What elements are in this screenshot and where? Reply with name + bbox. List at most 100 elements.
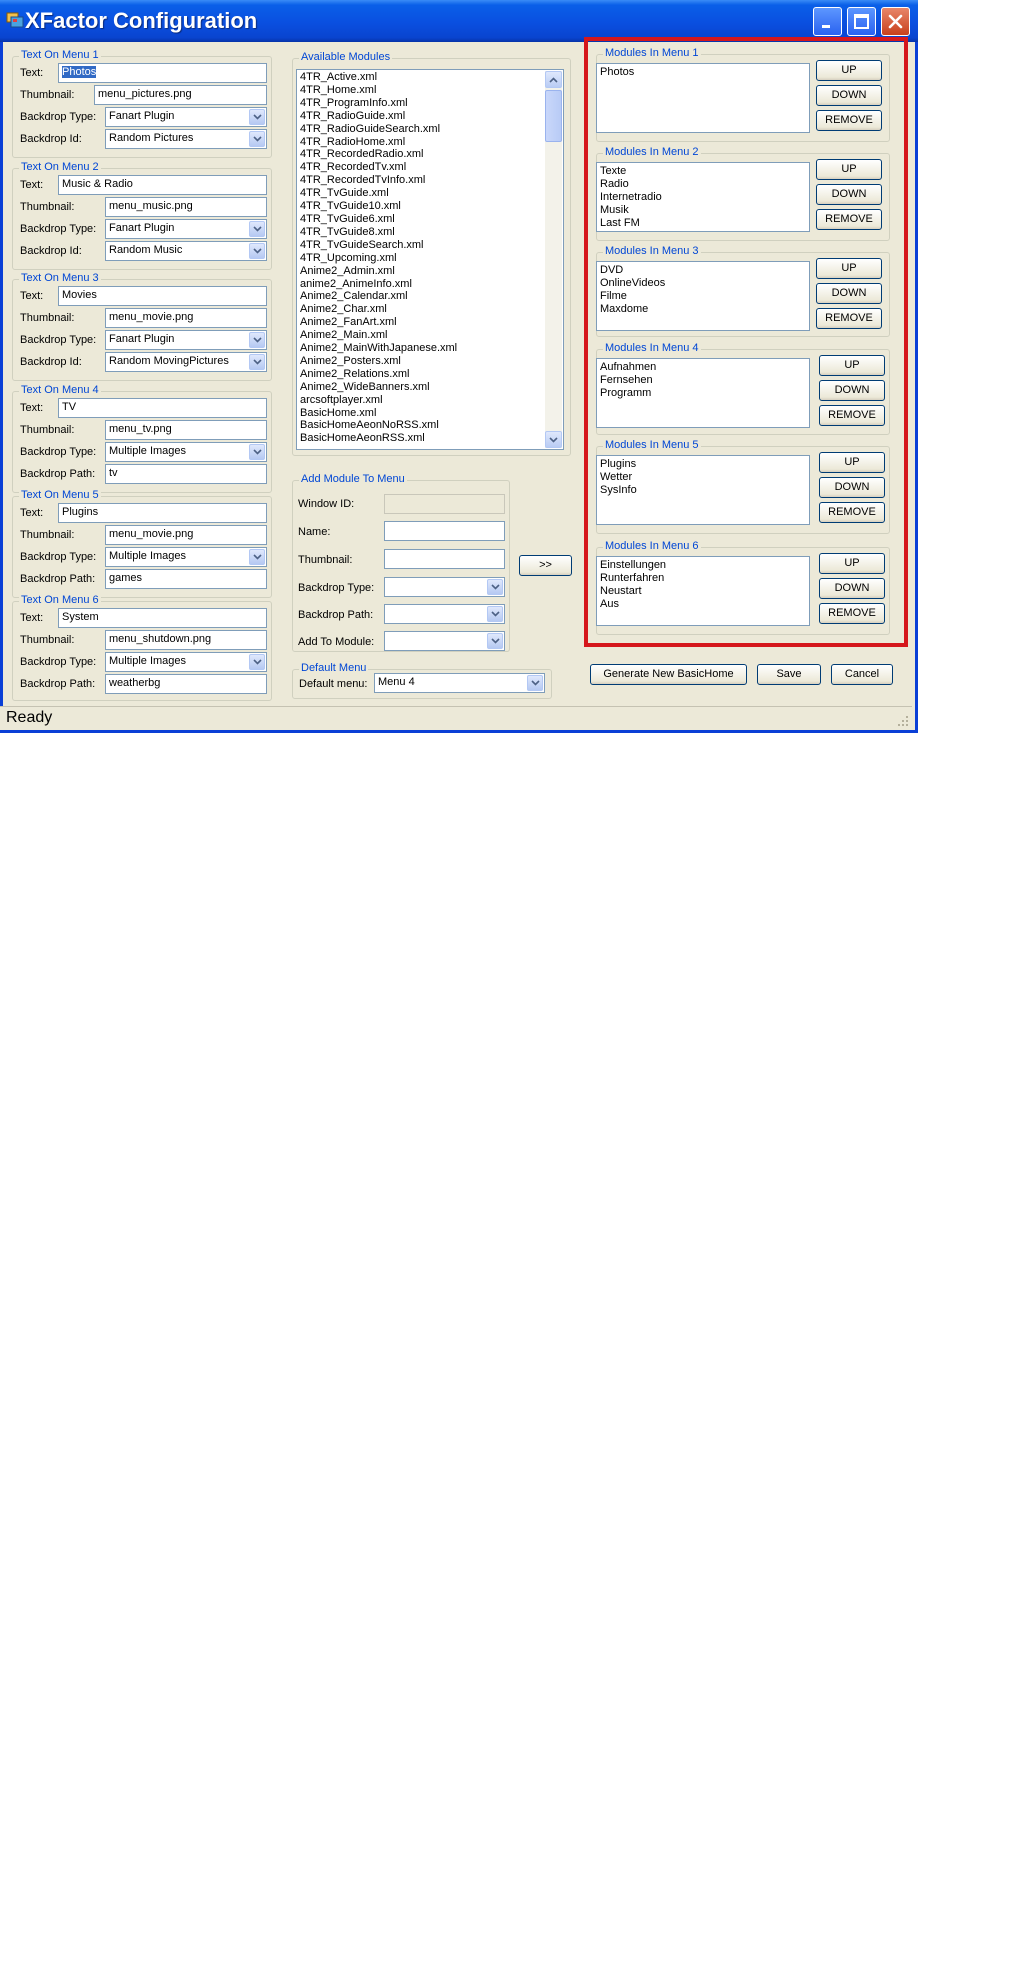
add-to-module-dropdown[interactable] bbox=[384, 631, 505, 651]
menu-5-backdrop-path-field[interactable]: games bbox=[105, 569, 267, 589]
list-item[interactable]: 4TR_RadioGuide.xml bbox=[300, 110, 560, 123]
menu-3-backdrop-id-dropdown[interactable]: Random MovingPictures bbox=[105, 352, 267, 372]
title-bar[interactable]: XFactor Configuration bbox=[0, 0, 918, 42]
default-menu-dropdown[interactable]: Menu 4 bbox=[374, 673, 545, 693]
list-item[interactable]: 4TR_TvGuide8.xml bbox=[300, 226, 560, 239]
menu-6-text-field[interactable]: System bbox=[58, 608, 267, 628]
menu-2-backdrop-type-dropdown[interactable]: Fanart Plugin bbox=[105, 219, 267, 239]
menu-4-backdrop-type-dropdown[interactable]: Multiple Images bbox=[105, 442, 267, 462]
menu-6-backdrop-path-field[interactable]: weatherbg bbox=[105, 674, 267, 694]
menu-4-backdrop-path-field[interactable]: tv bbox=[105, 464, 267, 484]
list-item[interactable]: 4TR_Home.xml bbox=[300, 84, 560, 97]
menu-1-backdrop-type-dropdown[interactable]: Fanart Plugin bbox=[105, 107, 267, 127]
list-item[interactable]: 4TR_TvGuide6.xml bbox=[300, 213, 560, 226]
available-modules-list[interactable]: 4TR_Active.xml 4TR_Home.xml 4TR_ProgramInf… bbox=[296, 69, 564, 450]
menu-1-text-field[interactable]: Photos bbox=[58, 63, 267, 83]
menu-3-text-field[interactable]: Movies bbox=[58, 286, 267, 306]
menu-5-thumbnail-field[interactable]: menu_movie.png bbox=[105, 525, 267, 545]
resize-grip-icon[interactable] bbox=[897, 715, 909, 727]
cancel-button[interactable]: Cancel bbox=[831, 664, 893, 685]
list-item[interactable]: Anime2_Main.xml bbox=[300, 329, 560, 342]
list-item[interactable]: 4TR_Upcoming.xml bbox=[300, 252, 560, 265]
list-item[interactable]: Anime2_Relations.xml bbox=[300, 368, 560, 381]
list-item[interactable]: anime2_AnimeInfo.xml bbox=[300, 278, 560, 291]
app-icon bbox=[6, 11, 24, 29]
generate-basichome-button[interactable]: Generate New BasicHome bbox=[590, 664, 747, 685]
default-menu-title: Default Menu bbox=[299, 662, 369, 674]
add-module-button[interactable]: >> bbox=[519, 555, 572, 576]
menu-3-thumbnail-field[interactable]: menu_movie.png bbox=[105, 308, 267, 328]
scroll-up-button[interactable] bbox=[545, 71, 562, 88]
list-item[interactable]: Anime2_Posters.xml bbox=[300, 355, 560, 368]
list-item[interactable]: BasicHomeAeonRSS.xml bbox=[300, 432, 560, 445]
menu-6-thumbnail-field[interactable]: menu_shutdown.png bbox=[105, 630, 267, 650]
chevron-down-icon[interactable] bbox=[249, 549, 265, 565]
status-bar: Ready bbox=[0, 706, 912, 730]
list-item[interactable]: Anime2_Admin.xml bbox=[300, 265, 560, 278]
list-item[interactable]: Anime2_MainWithJapanese.xml bbox=[300, 342, 560, 355]
menu-2-text-field[interactable]: Music & Radio bbox=[58, 175, 267, 195]
module-name-field[interactable] bbox=[384, 521, 505, 541]
chevron-down-icon[interactable] bbox=[249, 221, 265, 237]
menu-5-text-label: Text: bbox=[20, 507, 44, 519]
window-id-field[interactable] bbox=[384, 494, 505, 514]
list-item[interactable]: 4TR_TvGuide.xml bbox=[300, 187, 560, 200]
list-item[interactable]: 4TR_RecordedTv.xml bbox=[300, 161, 560, 174]
menu-1-backdrop-id-dropdown[interactable]: Random Pictures bbox=[105, 129, 267, 149]
menu-3-backdrop-type-dropdown[interactable]: Fanart Plugin bbox=[105, 330, 267, 350]
list-item[interactable]: Anime2_Char.xml bbox=[300, 303, 560, 316]
list-item[interactable]: 4TR_RecordedTvInfo.xml bbox=[300, 174, 560, 187]
minimize-icon bbox=[822, 25, 830, 28]
menu-2-backdrop-id-dropdown[interactable]: Random Music bbox=[105, 241, 267, 261]
list-item[interactable]: 4TR_ProgramInfo.xml bbox=[300, 97, 560, 110]
list-item[interactable]: Anime2_Calendar.xml bbox=[300, 290, 560, 303]
chevron-down-icon[interactable] bbox=[249, 332, 265, 348]
chevron-down-icon[interactable] bbox=[487, 633, 503, 649]
list-item[interactable]: 4TR_RadioHome.xml bbox=[300, 136, 560, 149]
list-item[interactable]: Anime2_WideBanners.xml bbox=[300, 381, 560, 394]
chevron-down-icon[interactable] bbox=[249, 654, 265, 670]
module-thumbnail-label: Thumbnail: bbox=[298, 554, 353, 566]
chevron-down-icon[interactable] bbox=[487, 606, 503, 622]
menu-4-backdrop-path-label: Backdrop Path: bbox=[20, 468, 96, 480]
close-button[interactable] bbox=[881, 7, 910, 36]
module-thumbnail-field[interactable] bbox=[384, 549, 505, 569]
chevron-down-icon[interactable] bbox=[249, 109, 265, 125]
add-module-title: Add Module To Menu bbox=[299, 473, 407, 485]
list-item[interactable]: BasicHomeAeonNoRSS.xml bbox=[300, 419, 560, 432]
menu-6-backdrop-path-label: Backdrop Path: bbox=[20, 678, 96, 690]
chevron-down-icon[interactable] bbox=[249, 444, 265, 460]
menu-1-thumbnail-field[interactable]: menu_pictures.png bbox=[94, 85, 267, 105]
minimize-button[interactable] bbox=[813, 7, 842, 36]
list-item[interactable]: 4TR_TvGuideSearch.xml bbox=[300, 239, 560, 252]
list-item[interactable]: 4TR_RadioGuideSearch.xml bbox=[300, 123, 560, 136]
chevron-down-icon[interactable] bbox=[249, 243, 265, 259]
chevron-down-icon[interactable] bbox=[487, 579, 503, 595]
chevron-down-icon[interactable] bbox=[527, 675, 543, 691]
menu-6-title: Text On Menu 6 bbox=[19, 594, 101, 606]
menu-1-text-label: Text: bbox=[20, 67, 44, 79]
list-item[interactable]: 4TR_RecordedRadio.xml bbox=[300, 148, 560, 161]
add-to-module-label: Add To Module: bbox=[298, 636, 375, 648]
chevron-down-icon[interactable] bbox=[249, 354, 265, 370]
list-item[interactable]: arcsoftplayer.xml bbox=[300, 394, 560, 407]
scroll-down-button[interactable] bbox=[545, 431, 562, 448]
list-item[interactable]: Anime2_FanArt.xml bbox=[300, 316, 560, 329]
menu-4-thumbnail-field[interactable]: menu_tv.png bbox=[105, 420, 267, 440]
chevron-down-icon[interactable] bbox=[249, 131, 265, 147]
scroll-thumb[interactable] bbox=[545, 90, 562, 142]
menu-5-backdrop-type-dropdown[interactable]: Multiple Images bbox=[105, 547, 267, 567]
save-button[interactable]: Save bbox=[757, 664, 821, 685]
list-item[interactable]: 4TR_TvGuide10.xml bbox=[300, 200, 560, 213]
module-backdrop-path-dropdown[interactable] bbox=[384, 604, 505, 624]
menu-5-text-field[interactable]: Plugins bbox=[58, 503, 267, 523]
menu-4-text-field[interactable]: TV bbox=[58, 398, 267, 418]
module-backdrop-type-dropdown[interactable] bbox=[384, 577, 505, 597]
available-modules-scrollbar[interactable] bbox=[545, 71, 562, 448]
list-item[interactable]: BasicHome.xml bbox=[300, 407, 560, 420]
maximize-button[interactable] bbox=[847, 7, 876, 36]
list-item[interactable]: 4TR_Active.xml bbox=[300, 71, 560, 84]
menu-2-thumbnail-field[interactable]: menu_music.png bbox=[105, 197, 267, 217]
module-name-label: Name: bbox=[298, 526, 331, 538]
menu-6-backdrop-type-dropdown[interactable]: Multiple Images bbox=[105, 652, 267, 672]
